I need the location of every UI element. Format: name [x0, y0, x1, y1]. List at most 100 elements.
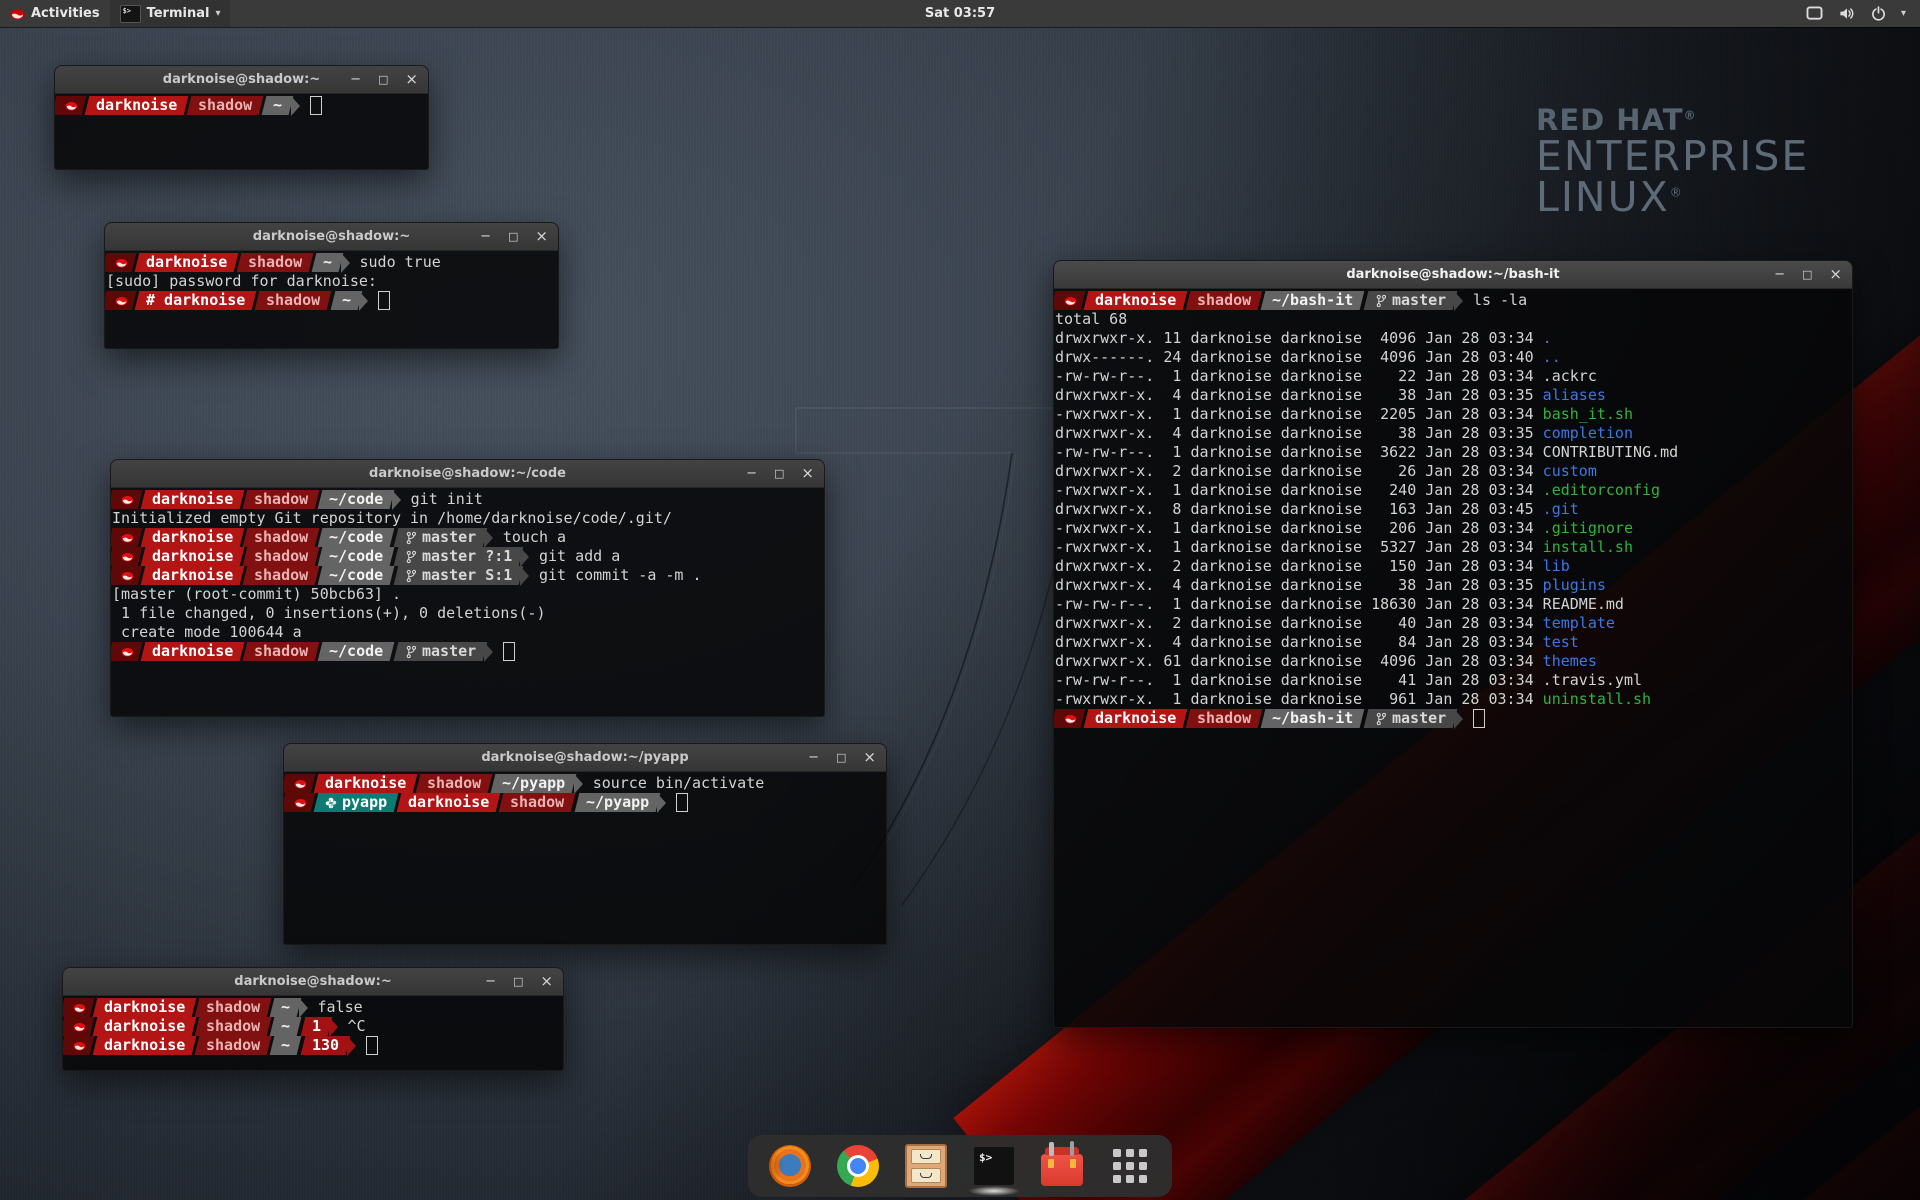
power-icon[interactable] — [1871, 6, 1886, 21]
minimize-button[interactable]: − — [485, 975, 496, 988]
terminal-window-bash-it: darknoise@shadow:~/bash-it−□×darknoisesh… — [1053, 260, 1853, 1028]
file-row: drwxrwxr-x. 2 darknoise darknoise 40 Jan… — [1055, 614, 1850, 633]
terminal-content[interactable]: darknoiseshadow~ — [55, 94, 428, 169]
prompt-segment-user: darknoise — [135, 253, 239, 272]
redhat-icon — [121, 532, 134, 543]
prompt-segment-path: ~/pyapp — [574, 793, 660, 812]
prompt-segment-user: darknoise — [1084, 291, 1188, 310]
redhat-icon — [73, 1002, 86, 1013]
maximize-button[interactable]: □ — [508, 231, 518, 242]
window-title: darknoise@shadow:~/code — [111, 466, 824, 481]
prompt-segment-hat — [105, 253, 136, 272]
prompt-segment-hat — [284, 793, 315, 812]
close-button[interactable]: × — [540, 974, 553, 989]
terminal-content[interactable]: darknoiseshadow~falsedarknoiseshadow~1^C… — [63, 996, 563, 1070]
dock-item-files[interactable] — [904, 1144, 948, 1188]
prompt-segment-user: darknoise — [141, 490, 245, 509]
prompt-segment-host: shadow — [255, 291, 332, 310]
file-meta: drwxrwxr-x. 61 darknoise darknoise 4096 … — [1055, 652, 1543, 671]
window-titlebar[interactable]: darknoise@shadow:~−□× — [55, 66, 428, 94]
output-line: create mode 100644 a — [112, 623, 822, 642]
file-name: .. — [1543, 348, 1561, 367]
file-meta: -rw-rw-r--. 1 darknoise darknoise 3622 J… — [1055, 443, 1543, 462]
clock[interactable]: Sat 03:57 — [925, 6, 995, 21]
file-name: uninstall.sh — [1543, 690, 1651, 709]
file-row: -rwxrwxr-x. 1 darknoise darknoise 240 Ja… — [1055, 481, 1850, 500]
close-button[interactable]: × — [405, 72, 418, 87]
minimize-button[interactable]: − — [1774, 268, 1785, 281]
maximize-button[interactable]: □ — [774, 468, 784, 479]
close-button[interactable]: × — [535, 229, 548, 244]
file-meta: drwxrwxr-x. 4 darknoise darknoise 38 Jan… — [1055, 576, 1543, 595]
minimize-button[interactable]: − — [350, 73, 361, 86]
terminal-content[interactable]: darknoiseshadow~/pyappsource bin/activat… — [284, 772, 886, 944]
chevron-down-icon: ▾ — [215, 8, 220, 19]
file-name: template — [1543, 614, 1615, 633]
display-icon[interactable] — [1806, 6, 1823, 21]
chevron-down-icon[interactable]: ▾ — [1901, 8, 1906, 19]
redhat-icon — [121, 551, 134, 562]
minimize-button[interactable]: − — [808, 751, 819, 764]
registered-mark: ® — [1670, 186, 1684, 200]
terminal-content[interactable]: darknoiseshadow~/bash-itmasterls -latota… — [1054, 289, 1852, 1027]
window-titlebar[interactable]: darknoise@shadow:~−□× — [105, 223, 558, 251]
maximize-button[interactable]: □ — [378, 74, 388, 85]
terminal-cursor — [366, 1036, 378, 1055]
file-meta: drwxrwxr-x. 8 darknoise darknoise 163 Ja… — [1055, 500, 1543, 519]
redhat-icon — [121, 570, 134, 581]
window-titlebar[interactable]: darknoise@shadow:~/code− □ × — [111, 460, 824, 488]
dock-item-toolbox[interactable] — [1040, 1144, 1084, 1188]
close-button[interactable]: × — [1829, 267, 1842, 282]
terminal-cursor — [378, 291, 390, 310]
file-meta: drwxrwxr-x. 2 darknoise darknoise 40 Jan… — [1055, 614, 1543, 633]
maximize-button[interactable]: □ — [836, 752, 846, 763]
file-row: -rw-rw-r--. 1 darknoise darknoise 3622 J… — [1055, 443, 1850, 462]
dock-item-terminal[interactable]: $> — [972, 1144, 1016, 1188]
window-titlebar[interactable]: darknoise@shadow:~/bash-it−□× — [1054, 261, 1852, 289]
file-row: drwxrwxr-x. 2 darknoise darknoise 26 Jan… — [1055, 462, 1850, 481]
firefox-icon — [769, 1145, 811, 1187]
window-titlebar[interactable]: darknoise@shadow:~/pyapp− □ × — [284, 744, 886, 772]
minimize-button[interactable]: − — [746, 467, 757, 480]
volume-icon[interactable] — [1838, 6, 1856, 21]
prompt-segment-host: shadow — [243, 547, 320, 566]
dock-item-chrome[interactable] — [836, 1144, 880, 1188]
prompt-segment-host: shadow — [237, 253, 314, 272]
dock-item-firefox[interactable] — [768, 1144, 812, 1188]
file-row: drwxrwxr-x. 2 darknoise darknoise 150 Ja… — [1055, 557, 1850, 576]
window-titlebar[interactable]: darknoise@shadow:~−□× — [63, 968, 563, 996]
output-line: total 68 — [1055, 310, 1850, 329]
maximize-button[interactable]: □ — [1802, 269, 1812, 280]
app-menu-terminal[interactable]: $> Terminal ▾ — [110, 0, 231, 27]
prompt-segment-path: ~/code — [318, 642, 395, 661]
minimize-button[interactable]: − — [480, 230, 491, 243]
command-text: touch a — [503, 528, 566, 547]
prompt-segment-git: master — [1363, 291, 1457, 310]
file-meta: -rwxrwxr-x. 1 darknoise darknoise 5327 J… — [1055, 538, 1543, 557]
window-title: darknoise@shadow:~/pyapp — [284, 750, 886, 765]
prompt-segment-user: darknoise — [1084, 709, 1188, 728]
prompt-line: # darknoiseshadow~ — [106, 291, 556, 310]
activities-button[interactable]: Activities — [0, 0, 110, 27]
terminal-content[interactable]: darknoiseshadow~/codegit initInitialized… — [111, 488, 824, 716]
maximize-button[interactable]: □ — [513, 976, 523, 987]
terminal-content[interactable]: darknoiseshadow~sudo true[sudo] password… — [105, 251, 558, 348]
file-row: drwx------. 24 darknoise darknoise 4096 … — [1055, 348, 1850, 367]
prompt-segment-git: master — [393, 642, 487, 661]
prompt-segment-git: master — [393, 528, 487, 547]
terminal-window-home-small: darknoise@shadow:~−□×darknoiseshadow~ — [54, 65, 429, 170]
file-row: drwxrwxr-x. 4 darknoise darknoise 38 Jan… — [1055, 576, 1850, 595]
prompt-segment-user: darknoise — [141, 547, 245, 566]
redhat-icon — [73, 1021, 86, 1032]
close-button[interactable]: × — [863, 750, 876, 765]
prompt-line: darknoiseshadow~/bash-itmaster — [1055, 709, 1850, 728]
branch-icon — [1375, 294, 1387, 308]
close-button[interactable]: × — [801, 466, 814, 481]
app-grid-icon — [1113, 1149, 1147, 1183]
system-status-area[interactable]: ▾ — [1806, 6, 1920, 21]
file-name: README.md — [1543, 595, 1624, 614]
file-name: .editorconfig — [1543, 481, 1660, 500]
prompt-segment-hat — [111, 642, 142, 661]
file-name: lib — [1543, 557, 1570, 576]
dock-item-app-grid[interactable] — [1108, 1144, 1152, 1188]
